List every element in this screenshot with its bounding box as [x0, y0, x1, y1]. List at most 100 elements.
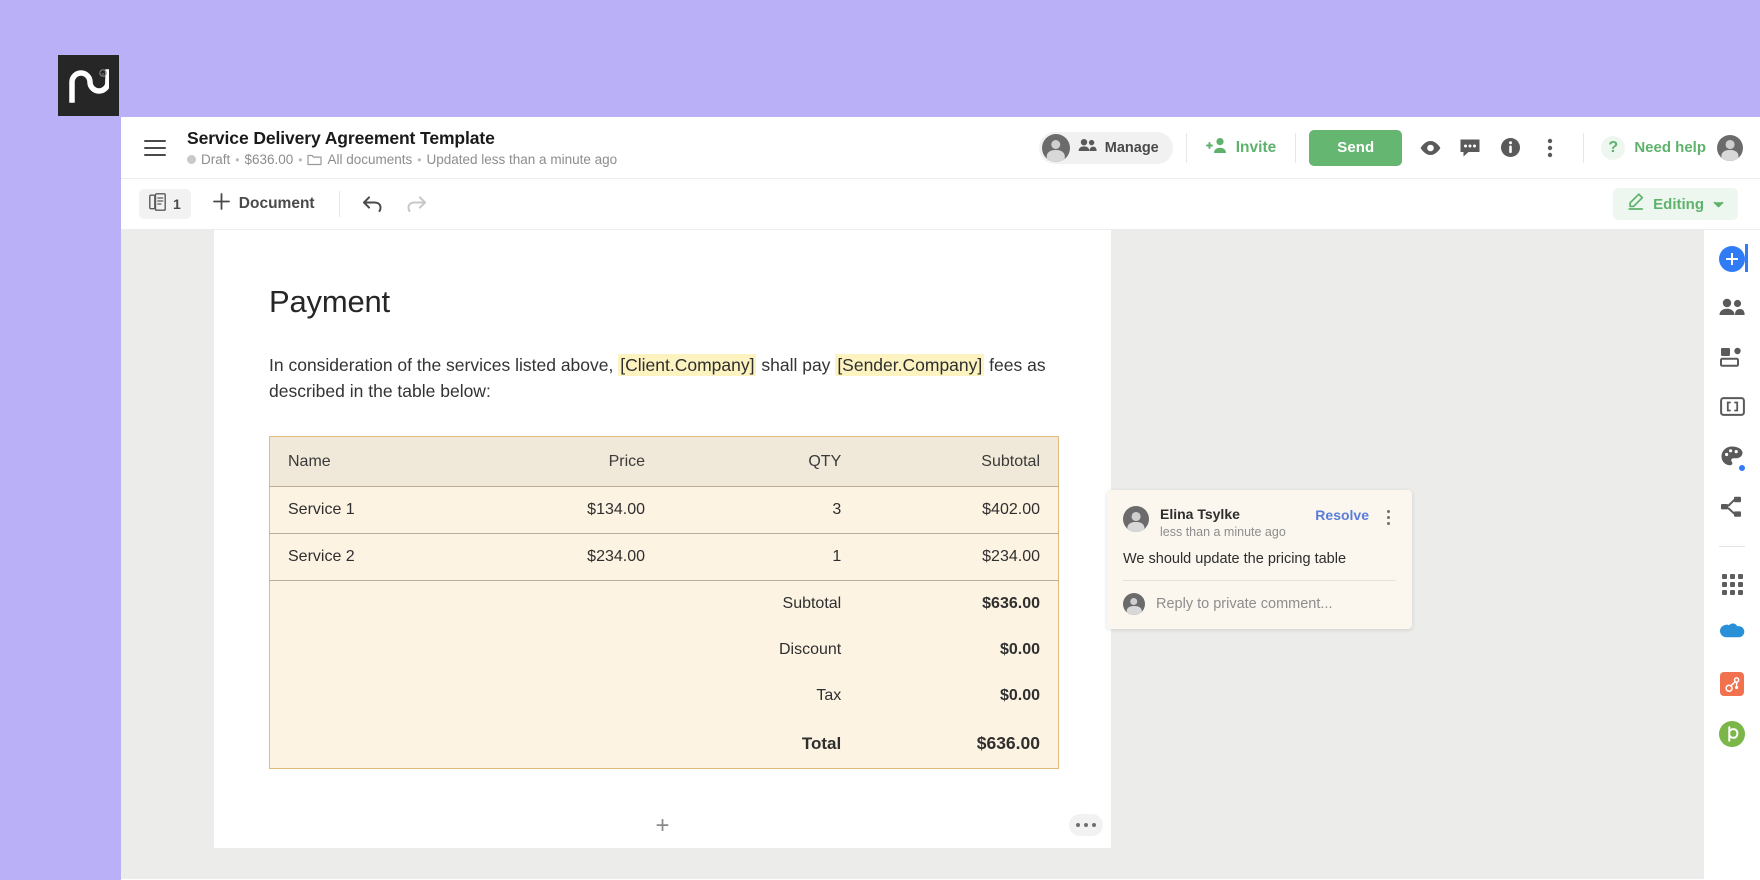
summary-label: Subtotal — [663, 581, 859, 628]
cell-subtotal: $402.00 — [859, 487, 1058, 534]
invite-label: Invite — [1236, 139, 1276, 157]
table-row[interactable]: Service 1 $134.00 3 $402.00 — [270, 487, 1059, 534]
add-person-icon — [1206, 137, 1228, 159]
table-row[interactable]: Service 2 $234.00 1 $234.00 — [270, 534, 1059, 581]
app-window: Service Delivery Agreement Template Draf… — [121, 117, 1760, 880]
salesforce-cloud-icon — [1718, 622, 1746, 646]
summary-row-total: Total $636.00 — [270, 719, 1059, 769]
updated-timestamp: Updated less than a minute ago — [426, 152, 617, 168]
summary-value: $636.00 — [859, 581, 1058, 628]
add-block-button[interactable]: + — [214, 814, 1111, 838]
undo-arrow-icon[interactable] — [358, 189, 388, 219]
sidebar-item-hubspot[interactable] — [1717, 669, 1747, 699]
chevron-down-icon — [1713, 195, 1724, 213]
sender-company-token[interactable]: [Sender.Company] — [835, 354, 984, 376]
manage-button[interactable]: Manage — [1039, 132, 1173, 164]
toolbar-divider — [339, 191, 340, 217]
page-count-label: 1 — [173, 196, 181, 212]
send-button[interactable]: Send — [1309, 130, 1402, 166]
summary-row-tax: Tax $0.00 — [270, 673, 1059, 719]
folder-name[interactable]: All documents — [327, 152, 412, 168]
page-content: Payment In consideration of the services… — [214, 230, 1111, 769]
summary-label: Tax — [663, 673, 859, 719]
document-canvas: Payment In consideration of the services… — [121, 230, 1760, 879]
apps-grid-icon — [1722, 574, 1743, 595]
account-avatar[interactable] — [1710, 128, 1750, 168]
sidebar-item-salesforce[interactable] — [1717, 619, 1747, 649]
screenshot-root: R Service Delivery Agreement Template Dr… — [0, 0, 1760, 880]
sidebar-divider — [1719, 546, 1745, 547]
active-indicator — [1745, 244, 1748, 272]
more-vertical-icon[interactable] — [1530, 128, 1570, 168]
sidebar-item-add-content[interactable] — [1717, 244, 1747, 274]
document-meta: Draft • $636.00 • All documents • Update… — [187, 152, 617, 168]
manage-label: Manage — [1105, 140, 1159, 156]
hubspot-icon — [1720, 672, 1744, 696]
meta-separator-2: • — [298, 152, 302, 168]
sidebar-item-variables[interactable] — [1717, 394, 1747, 424]
summary-spacer — [270, 627, 664, 673]
summary-label-total: Total — [663, 719, 859, 769]
cell-price: $134.00 — [476, 487, 663, 534]
editing-mode-dropdown[interactable]: Editing — [1613, 188, 1738, 220]
sidebar-item-apps[interactable] — [1717, 569, 1747, 599]
svg-text:R: R — [101, 71, 104, 76]
summary-spacer — [270, 581, 664, 628]
comment-body: We should update the pricing table — [1123, 551, 1396, 581]
column-header-qty: QTY — [663, 437, 859, 487]
document-amount: $636.00 — [244, 152, 293, 168]
comment-bubble-icon[interactable] — [1450, 128, 1490, 168]
editing-mode-label: Editing — [1653, 196, 1704, 213]
question-mark-icon: ? — [1601, 136, 1625, 160]
sidebar-item-theme[interactable] — [1717, 444, 1747, 474]
summary-value-total: $636.00 — [859, 719, 1058, 769]
pricing-table[interactable]: Name Price QTY Subtotal Service 1 $134.0… — [269, 436, 1059, 769]
sidebar-item-pipedrive[interactable] — [1717, 719, 1747, 749]
people-icon — [1078, 138, 1097, 157]
comment-author: Elina Tsylke — [1160, 506, 1304, 523]
comment-header: Elina Tsylke less than a minute ago Reso… — [1123, 506, 1396, 540]
sidebar-item-recipients[interactable] — [1717, 294, 1747, 324]
document-page: Payment In consideration of the services… — [214, 230, 1111, 848]
more-horizontal-icon — [1084, 823, 1088, 827]
pages-icon — [149, 193, 166, 216]
more-horizontal-icon — [1076, 823, 1080, 827]
page-count-button[interactable]: 1 — [139, 189, 191, 219]
theme-badge-dot — [1738, 464, 1746, 472]
plus-icon: + — [655, 814, 669, 838]
pipedrive-icon — [1719, 721, 1745, 747]
add-document-button[interactable]: Document — [207, 188, 321, 220]
redo-arrow-icon[interactable] — [402, 189, 432, 219]
header-divider-2 — [1295, 133, 1296, 163]
summary-row-subtotal: Subtotal $636.00 — [270, 581, 1059, 628]
summary-spacer — [270, 719, 664, 769]
sidebar-item-workflow[interactable] — [1717, 494, 1747, 524]
app-header: Service Delivery Agreement Template Draf… — [121, 117, 1760, 179]
summary-value: $0.00 — [859, 673, 1058, 719]
need-help-button[interactable]: ? Need help — [1597, 136, 1710, 160]
table-header-row: Name Price QTY Subtotal — [270, 437, 1059, 487]
page-title: Service Delivery Agreement Template — [187, 128, 617, 148]
payment-paragraph: In consideration of the services listed … — [269, 352, 1056, 404]
meta-separator-3: • — [417, 152, 421, 168]
sidebar-item-content-library[interactable] — [1717, 344, 1747, 374]
comment-more-vertical-icon[interactable] — [1380, 510, 1396, 525]
hamburger-menu-icon[interactable] — [144, 140, 166, 156]
preview-eye-icon[interactable] — [1410, 128, 1450, 168]
pricing-table-body: Service 1 $134.00 3 $402.00 Service 2 $2… — [270, 487, 1059, 769]
comment-reply-input[interactable]: Reply to private comment... — [1123, 593, 1396, 615]
pandadoc-logo-mark: R — [69, 69, 109, 103]
resolve-button[interactable]: Resolve — [1315, 507, 1369, 523]
content-library-icon — [1720, 347, 1744, 372]
comment-reply-placeholder: Reply to private comment... — [1156, 596, 1333, 612]
comment-timestamp: less than a minute ago — [1160, 524, 1304, 540]
summary-label: Discount — [663, 627, 859, 673]
page-options-button[interactable] — [1069, 814, 1103, 836]
invite-button[interactable]: Invite — [1200, 131, 1282, 165]
header-divider-1 — [1186, 133, 1187, 163]
cell-subtotal: $234.00 — [859, 534, 1058, 581]
info-circle-icon[interactable] — [1490, 128, 1530, 168]
comment-author-block: Elina Tsylke less than a minute ago — [1160, 506, 1304, 540]
client-company-token[interactable]: [Client.Company] — [618, 354, 756, 376]
summary-value: $0.00 — [859, 627, 1058, 673]
